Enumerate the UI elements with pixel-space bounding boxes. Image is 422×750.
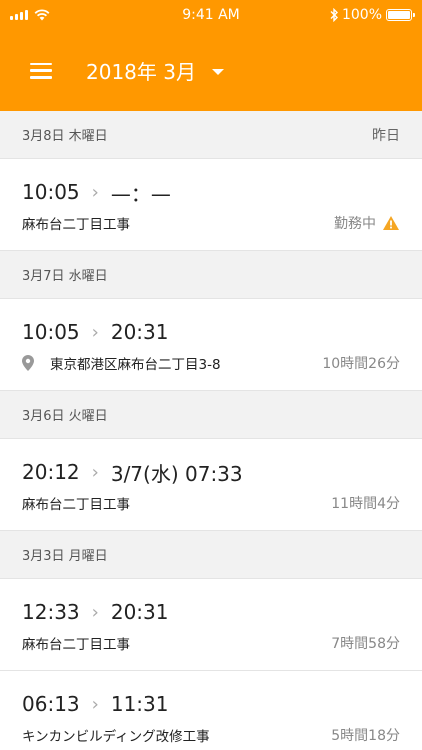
day-date: 3月7日 水曜日 [22, 269, 108, 284]
attendance-entry[interactable]: 10:05 › —：— 麻布台二丁目工事 勤務中 [0, 159, 422, 251]
app-header: 9:41 AM 100% 2018年 3月 [0, 0, 422, 111]
entry-place: 東京都港区麻布台二丁目3-8 [50, 357, 221, 373]
entry-start: 10:05 [22, 320, 80, 344]
entry-place: キンカンビルディング改修工事 [22, 729, 210, 745]
entry-times: 06:13 › 11:31 [22, 689, 400, 719]
attendance-entry[interactable]: 12:33 › 20:31 麻布台二丁目工事 7時間58分 [0, 579, 422, 671]
app: 9:41 AM 100% 2018年 3月 3月8日 木曜日 昨日 10:05 … [0, 0, 422, 750]
status-bar: 9:41 AM 100% [0, 0, 422, 30]
entry-place: 麻布台二丁目工事 [22, 637, 130, 653]
chevron-right-icon: › [91, 461, 99, 483]
month-selector[interactable]: 2018年 3月 [86, 56, 224, 85]
dropdown-caret-icon [211, 69, 224, 75]
entry-status: 勤務中 [334, 213, 400, 233]
entry-start: 12:33 [22, 600, 80, 624]
entry-sub: 東京都港区麻布台二丁目3-8 10時間26分 [22, 353, 400, 373]
attendance-entry[interactable]: 10:05 › 20:31 東京都港区麻布台二丁目3-8 10時間26分 [0, 299, 422, 391]
day-header: 3月3日 月曜日 [0, 531, 422, 579]
entry-sub: 麻布台二丁目工事 勤務中 [22, 213, 400, 233]
entry-end: 20:31 [110, 320, 169, 344]
entry-duration: 5時間18分 [331, 728, 400, 744]
location-pin-icon [22, 355, 34, 371]
entry-times: 12:33 › 20:31 [22, 597, 400, 627]
entry-end: 20:31 [110, 600, 169, 624]
entry-duration: 7時間58分 [331, 636, 400, 652]
entry-duration: 10時間26分 [322, 356, 400, 372]
entry-start: 10:05 [22, 180, 80, 204]
entry-start: 20:12 [22, 460, 80, 484]
attendance-list: 3月8日 木曜日 昨日 10:05 › —：— 麻布台二丁目工事 勤務中 3月7… [0, 111, 422, 750]
entry-location: 東京都港区麻布台二丁目3-8 [22, 353, 221, 373]
status-time: 9:41 AM [182, 7, 240, 23]
entry-duration: 11時間4分 [331, 496, 400, 512]
entry-sub: 麻布台二丁目工事 11時間4分 [22, 493, 400, 513]
menu-icon[interactable] [30, 62, 52, 79]
entry-start: 06:13 [22, 692, 80, 716]
day-relative: 昨日 [372, 127, 400, 144]
month-label: 2018年 3月 [86, 60, 196, 84]
chevron-right-icon: › [91, 321, 99, 343]
entry-times: 20:12 › 3/7(水) 07:33 [22, 457, 400, 487]
day-header: 3月7日 水曜日 [0, 251, 422, 299]
battery-icon [386, 9, 415, 21]
entry-place: 麻布台二丁目工事 [22, 217, 130, 233]
entry-times: 10:05 › —：— [22, 177, 400, 207]
day-date: 3月3日 月曜日 [22, 549, 108, 564]
chevron-right-icon: › [91, 693, 99, 715]
day-header: 3月6日 火曜日 [0, 391, 422, 439]
entry-sub: キンカンビルディング改修工事 5時間18分 [22, 725, 400, 745]
entry-end: —：— [110, 181, 171, 206]
entry-duration: 勤務中 [334, 216, 376, 232]
title-row: 2018年 3月 [0, 30, 422, 111]
entry-end: 3/7(水) 07:33 [110, 461, 243, 486]
entry-end: 11:31 [110, 692, 169, 716]
day-date: 3月8日 木曜日 [22, 129, 108, 144]
attendance-entry[interactable]: 20:12 › 3/7(水) 07:33 麻布台二丁目工事 11時間4分 [0, 439, 422, 531]
warning-icon [383, 216, 399, 230]
entry-times: 10:05 › 20:31 [22, 317, 400, 347]
attendance-entry[interactable]: 06:13 › 11:31 キンカンビルディング改修工事 5時間18分 [0, 671, 422, 750]
chevron-right-icon: › [91, 601, 99, 623]
chevron-right-icon: › [91, 181, 99, 203]
entry-place: 麻布台二丁目工事 [22, 497, 130, 513]
entry-sub: 麻布台二丁目工事 7時間58分 [22, 633, 400, 653]
day-header: 3月8日 木曜日 昨日 [0, 111, 422, 159]
day-date: 3月6日 火曜日 [22, 409, 108, 424]
